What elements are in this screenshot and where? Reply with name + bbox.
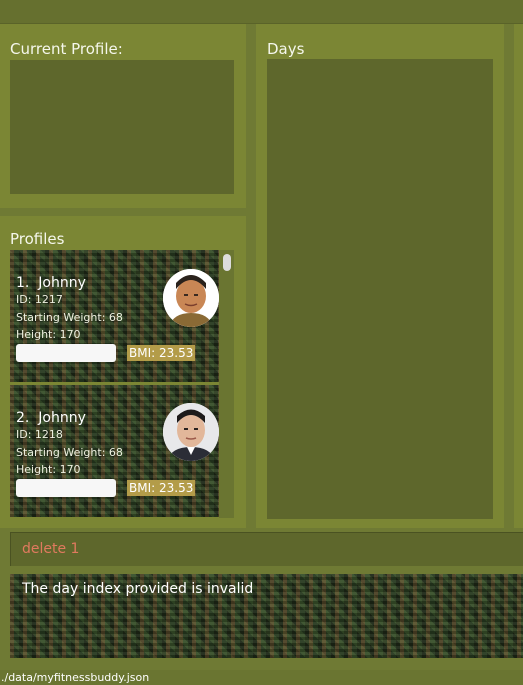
profile-height: Height: 170 (16, 328, 81, 341)
profiles-list[interactable]: 1. Johnny ID: 1217 Starting Weight: 68 H… (0, 250, 246, 518)
profiles-scrollbar-thumb[interactable] (223, 254, 231, 271)
profile-index: 1. (16, 275, 30, 291)
current-profile-title: Current Profile: (10, 40, 123, 58)
current-profile-display (10, 60, 234, 194)
profile-index: 2. (16, 410, 30, 426)
status-bar: ./data/myfitnessbuddy.json (0, 670, 523, 685)
profile-progress-bar (16, 344, 116, 362)
profile-id: ID: 1217 (16, 293, 63, 306)
profiles-scrollbar[interactable] (219, 250, 234, 518)
result-display: The day index provided is invalid (10, 574, 523, 658)
profile-bmi-badge: BMI: 23.53 (127, 345, 196, 361)
result-message: The day index provided is invalid (22, 581, 254, 597)
profile-starting-weight: Starting Weight: 68 (16, 311, 123, 324)
profile-bmi-badge: BMI: 23.53 (127, 480, 196, 496)
profile-name-text: Johnny (38, 275, 86, 291)
profile-height: Height: 170 (16, 463, 81, 476)
profile-progress-bar (16, 479, 116, 497)
profile-avatar (163, 403, 219, 461)
command-input[interactable]: delete 1 (22, 541, 79, 557)
days-list[interactable] (267, 59, 493, 519)
profile-name-text: Johnny (38, 410, 86, 426)
profile-card[interactable]: 2. Johnny ID: 1218 Starting Weight: 68 H… (10, 385, 219, 517)
status-bar-path: ./data/myfitnessbuddy.json (1, 671, 150, 684)
profiles-title: Profiles (10, 230, 65, 248)
days-title: Days (267, 40, 305, 58)
profile-name: 2. Johnny (16, 410, 86, 426)
menu-bar (0, 0, 523, 24)
profile-starting-weight: Starting Weight: 68 (16, 446, 123, 459)
right-panel (514, 24, 523, 528)
profile-avatar (163, 269, 219, 327)
profile-card[interactable]: 1. Johnny ID: 1217 Starting Weight: 68 H… (10, 250, 219, 382)
profile-name: 1. Johnny (16, 275, 86, 291)
profile-id: ID: 1218 (16, 428, 63, 441)
command-box[interactable]: delete 1 (10, 532, 523, 566)
